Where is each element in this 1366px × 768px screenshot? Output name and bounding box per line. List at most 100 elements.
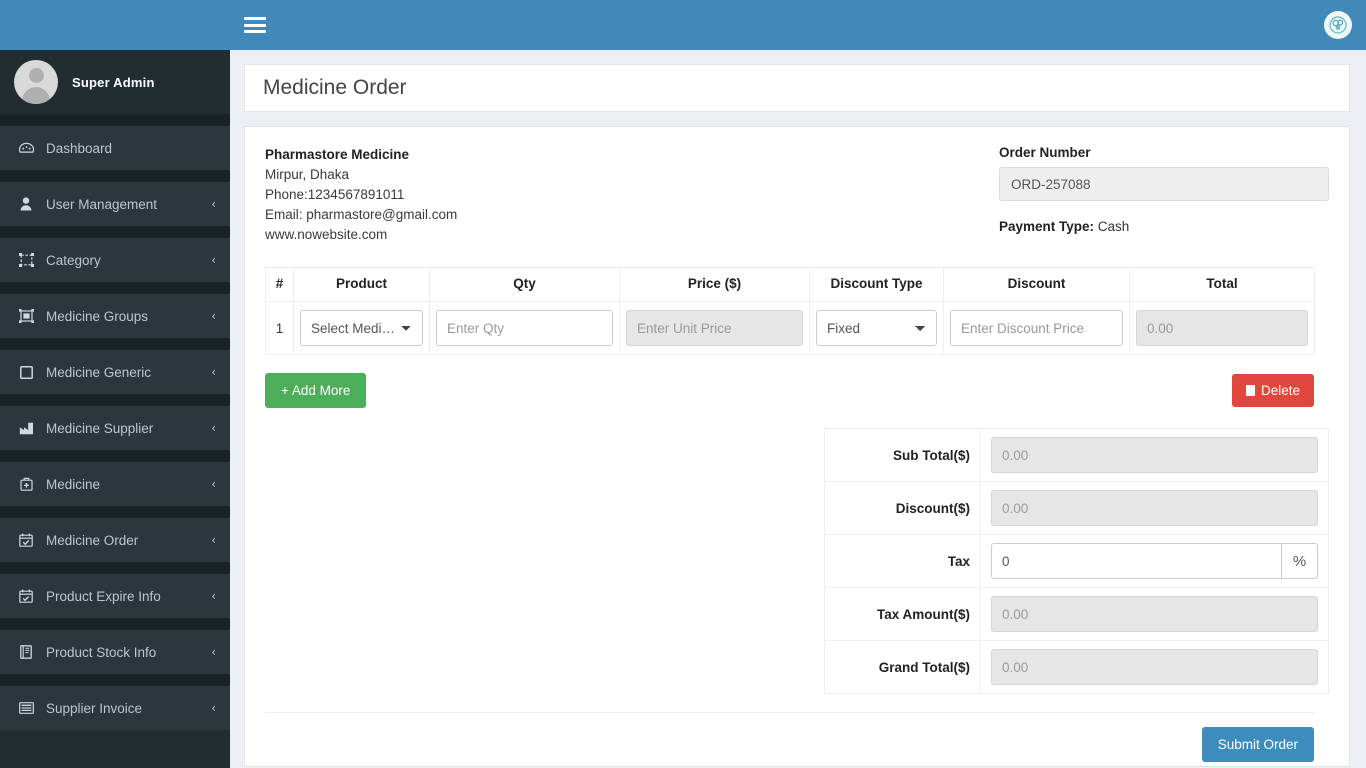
line-total-input	[1136, 310, 1308, 346]
sidebar-item-product-expire-info[interactable]: Product Expire Info ‹	[0, 574, 230, 618]
sidebar-divider	[0, 170, 230, 182]
sidebar-item-medicine-groups[interactable]: Medicine Groups ‹	[0, 294, 230, 338]
column-header: #	[265, 267, 294, 302]
sidebar-item-label: Medicine Supplier	[46, 420, 154, 436]
trash-icon	[1245, 385, 1255, 396]
sidebar-divider	[0, 338, 230, 350]
grand-total-input	[991, 649, 1318, 685]
discount-input[interactable]	[950, 310, 1123, 346]
totals-label: Sub Total($)	[824, 428, 981, 482]
delete-label: Delete	[1260, 383, 1300, 398]
column-header: Product	[293, 267, 430, 302]
tax-amount-input	[991, 596, 1318, 632]
sidebar-item-label: Dashboard	[46, 140, 113, 156]
sidebar-item-medicine[interactable]: Medicine ‹	[0, 462, 230, 506]
menu-toggle-icon[interactable]	[244, 17, 266, 33]
totals-row: Tax Amount($)	[824, 587, 1329, 641]
tax-input[interactable]	[991, 543, 1282, 579]
store-address: Mirpur, Dhaka	[265, 167, 350, 182]
store-website: www.nowebsite.com	[265, 227, 388, 242]
calendar-expire-icon	[16, 588, 36, 604]
column-header: Qty	[429, 267, 620, 302]
table-row: 1 Select Medicine Fixed	[265, 301, 1315, 355]
chevron-left-icon: ‹	[211, 589, 216, 603]
page-title: Medicine Order	[263, 76, 407, 99]
sidebar-item-medicine-supplier[interactable]: Medicine Supplier ‹	[0, 406, 230, 450]
user-avatar-icon[interactable]	[1324, 11, 1352, 39]
totals-label: Tax	[824, 534, 981, 588]
avatar	[14, 60, 58, 104]
user-icon	[16, 196, 36, 212]
order-number-input[interactable]: ORD-257088	[999, 167, 1329, 201]
sidebar-item-label: Product Expire Info	[46, 588, 161, 604]
sidebar-divider	[0, 282, 230, 294]
sidebar-item-supplier-invoice[interactable]: Supplier Invoice ‹	[0, 686, 230, 730]
chevron-left-icon: ‹	[211, 533, 216, 547]
sidebar-logo-area	[0, 0, 230, 50]
top-navbar	[230, 0, 1366, 50]
store-email: Email: pharmastore@gmail.com	[265, 207, 458, 222]
chevron-left-icon: ‹	[211, 421, 216, 435]
order-card: Pharmastore Medicine Mirpur, Dhaka Phone…	[244, 126, 1350, 767]
totals-row: Tax%	[824, 534, 1329, 588]
invoice-icon	[16, 700, 36, 716]
sidebar: Super Admin Dashboard User Management ‹ Cat…	[0, 0, 230, 768]
store-info: Pharmastore Medicine Mirpur, Dhaka Phone…	[265, 145, 457, 245]
column-header: Price ($)	[619, 267, 810, 302]
column-header: Discount	[943, 267, 1130, 302]
chevron-left-icon: ‹	[211, 645, 216, 659]
square-icon	[16, 364, 36, 380]
chevron-left-icon: ‹	[211, 197, 216, 211]
discount-input	[991, 490, 1318, 526]
row-index: 1	[275, 321, 284, 336]
store-phone: Phone:1234567891011	[265, 187, 405, 202]
store-name: Pharmastore Medicine	[265, 147, 410, 162]
delete-row-button[interactable]: Delete	[1231, 374, 1314, 407]
chevron-left-icon: ‹	[211, 365, 216, 379]
submit-order-button[interactable]: Submit Order	[1201, 727, 1314, 762]
chevron-left-icon: ‹	[211, 253, 216, 267]
sidebar-item-label: Product Stock Info	[46, 644, 157, 660]
sidebar-item-label: Supplier Invoice	[46, 700, 143, 716]
sidebar-item-label: Medicine	[46, 476, 101, 492]
sidebar-item-label: Medicine Order	[46, 532, 139, 548]
sidebar-divider	[0, 394, 230, 406]
sidebar-item-label: Medicine Groups	[46, 308, 149, 324]
sidebar-item-label: Category	[46, 252, 101, 268]
chevron-left-icon: ‹	[211, 701, 216, 715]
sidebar-item-product-stock-info[interactable]: Product Stock Info ‹	[0, 630, 230, 674]
totals-row: Discount($)	[824, 481, 1329, 535]
discount-type-select[interactable]: Fixed	[816, 310, 937, 346]
column-header: Total	[1129, 267, 1315, 302]
sidebar-user-panel[interactable]: Super Admin	[0, 50, 230, 114]
book-icon	[16, 644, 36, 660]
add-more-button[interactable]: + Add More	[265, 373, 367, 408]
totals-table: Sub Total($)Discount($)Tax%Tax Amount($)…	[824, 428, 1329, 694]
payment-type-value: Cash	[1097, 219, 1130, 234]
totals-row: Grand Total($)	[824, 640, 1329, 694]
sub-total-input	[991, 437, 1318, 473]
order-items-table: # Product Qty Price ($) Discount Type Discoun…	[265, 267, 1315, 355]
sidebar-item-medicine-generic[interactable]: Medicine Generic ‹	[0, 350, 230, 394]
chevron-left-icon: ‹	[211, 309, 216, 323]
content-wrapper: Medicine Order Pharmastore Medicine Mirp…	[230, 50, 1366, 768]
tax-input-group: %	[991, 543, 1318, 579]
sidebar-divider	[0, 226, 230, 238]
sidebar-divider	[0, 114, 230, 126]
dashboard-icon	[16, 140, 36, 156]
order-number-label: Order Number	[999, 145, 1091, 160]
table-header-row: # Product Qty Price ($) Discount Type Discoun…	[265, 267, 1315, 302]
sidebar-user-name: Super Admin	[72, 74, 155, 90]
order-items-table-wrapper: # Product Qty Price ($) Discount Type Discoun…	[265, 267, 1329, 355]
sidebar-item-user-management[interactable]: User Management ‹	[0, 182, 230, 226]
sidebar-item-category[interactable]: Category ‹	[0, 238, 230, 282]
sidebar-divider	[0, 618, 230, 630]
product-select[interactable]: Select Medicine	[300, 310, 423, 346]
qty-input[interactable]	[436, 310, 613, 346]
page-header: Medicine Order	[244, 64, 1350, 112]
sidebar-item-medicine-order[interactable]: Medicine Order ‹	[0, 518, 230, 562]
app-root: Super Admin Dashboard User Management ‹ Cat…	[0, 0, 1366, 768]
totals-label: Tax Amount($)	[824, 587, 981, 641]
unit-price-input[interactable]	[626, 310, 803, 346]
sidebar-item-dashboard[interactable]: Dashboard	[0, 126, 230, 170]
